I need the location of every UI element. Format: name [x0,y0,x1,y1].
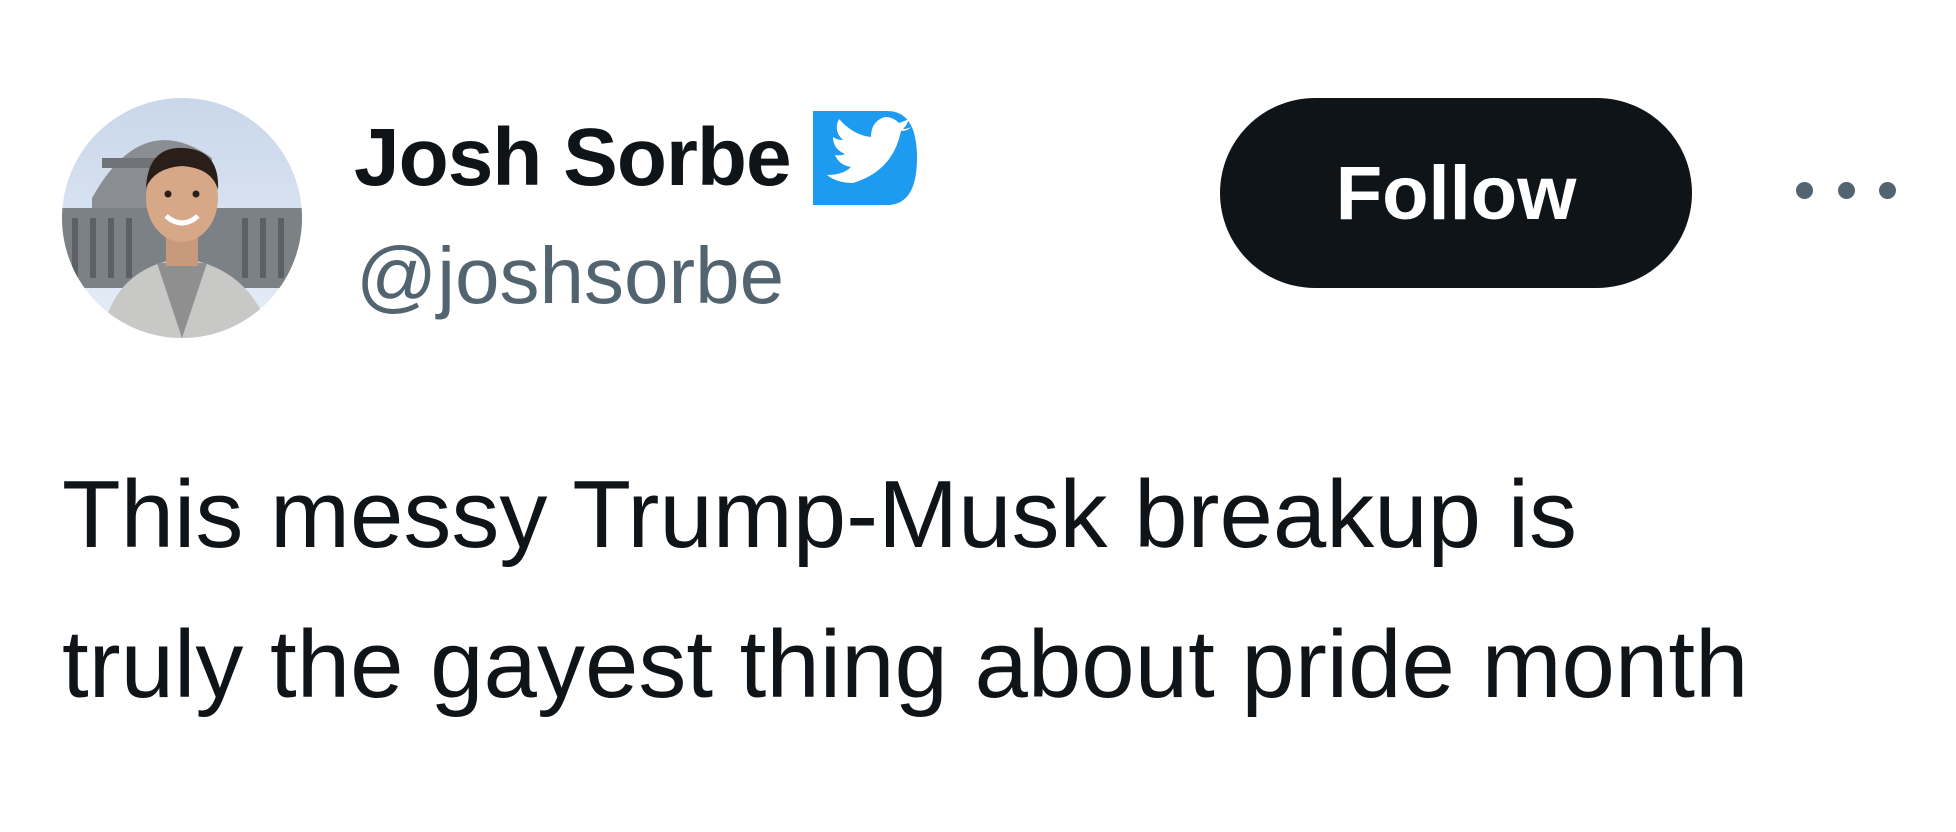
avatar-photo-icon [62,98,302,338]
more-dot [1837,181,1855,199]
more-dots-icon[interactable] [1796,160,1896,220]
tweet-text: This messy Trump-Musk breakup is truly t… [62,440,1942,740]
author-avatar[interactable] [62,98,302,338]
tweet-card: Josh Sorbe @joshsorbe Follow This messy … [0,0,1956,832]
tweet-text-line: truly the gayest thing about pride month [62,611,1749,718]
more-dot [1796,181,1813,199]
follow-button[interactable]: Follow [1220,98,1692,288]
author-display-name[interactable]: Josh Sorbe [354,117,792,199]
author-handle[interactable]: @joshsorbe [356,236,784,316]
verified-badge-icon [812,111,917,205]
more-dot [1879,181,1896,199]
tweet-text-line: This messy Trump-Musk breakup is [62,461,1578,568]
author-name-row[interactable]: Josh Sorbe [354,106,917,210]
